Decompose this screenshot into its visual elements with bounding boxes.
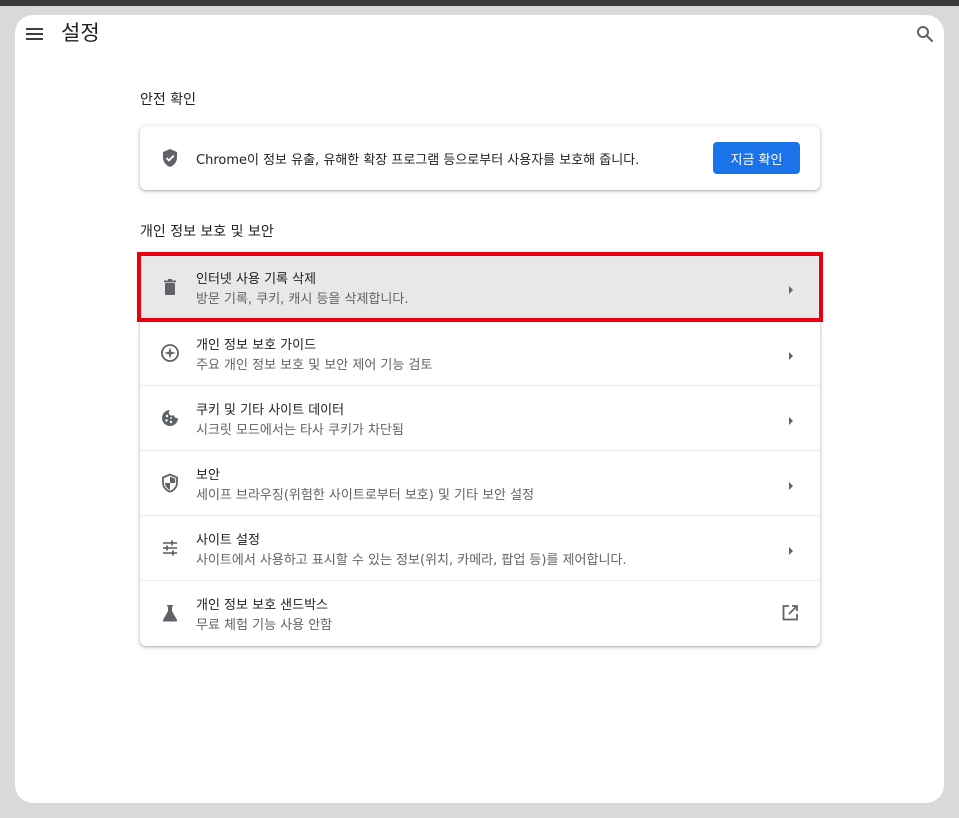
row-subtitle: 무료 체험 기능 사용 안함 bbox=[196, 618, 333, 633]
safety-check-description: Chrome이 정보 유출, 유해한 확장 프로그램 등으로부터 사용자를 보호… bbox=[196, 153, 640, 168]
open-in-new-icon[interactable] bbox=[780, 603, 800, 623]
row-subtitle: 방문 기록, 쿠키, 캐시 등을 삭제합니다. bbox=[196, 292, 409, 307]
sliders-icon bbox=[160, 538, 180, 558]
search-icon[interactable] bbox=[915, 24, 935, 44]
safety-check-card: Chrome이 정보 유출, 유해한 확장 프로그램 등으로부터 사용자를 보호… bbox=[140, 126, 820, 190]
page-title: 설정 bbox=[61, 21, 100, 45]
security-row[interactable]: 보안 세이프 브라우징(위험한 사이트로부터 보호) 및 기타 보안 설정 bbox=[140, 450, 820, 515]
row-title: 사이트 설정 bbox=[196, 533, 260, 548]
chevron-right-icon bbox=[785, 281, 797, 294]
row-title: 인터넷 사용 기록 삭제 bbox=[196, 272, 317, 287]
row-subtitle: 시크릿 모드에서는 타사 쿠키가 차단됨 bbox=[196, 423, 404, 438]
privacy-security-card: 인터넷 사용 기록 삭제 방문 기록, 쿠키, 캐시 등을 삭제합니다. 개인 … bbox=[140, 255, 820, 646]
privacy-guide-row[interactable]: 개인 정보 보호 가이드 주요 개인 정보 보호 및 보안 제어 기능 검토 bbox=[140, 320, 820, 385]
check-now-button[interactable]: 지금 확인 bbox=[713, 142, 800, 174]
row-title: 개인 정보 보호 가이드 bbox=[196, 338, 317, 353]
chevron-right-icon bbox=[785, 477, 797, 490]
cookie-icon bbox=[160, 408, 180, 428]
row-title: 쿠키 및 기타 사이트 데이터 bbox=[196, 403, 345, 418]
settings-window: 설정 안전 확인 Chrome이 정보 유출, 유해한 확장 프로그램 등으로부… bbox=[15, 15, 944, 803]
clear-browsing-data-row[interactable]: 인터넷 사용 기록 삭제 방문 기록, 쿠키, 캐시 등을 삭제합니다. bbox=[140, 255, 820, 320]
trash-icon bbox=[160, 277, 180, 297]
row-title: 보안 bbox=[196, 468, 220, 483]
compass-icon bbox=[160, 343, 180, 363]
chevron-right-icon bbox=[785, 412, 797, 425]
cookies-row[interactable]: 쿠키 및 기타 사이트 데이터 시크릿 모드에서는 타사 쿠키가 차단됨 bbox=[140, 385, 820, 450]
flask-icon bbox=[160, 603, 180, 623]
chevron-right-icon bbox=[785, 542, 797, 555]
hamburger-menu-icon[interactable] bbox=[25, 25, 47, 43]
safety-check-heading: 안전 확인 bbox=[140, 92, 196, 108]
window-top-strip bbox=[0, 0, 959, 6]
privacy-security-heading: 개인 정보 보호 및 보안 bbox=[140, 224, 274, 240]
shield-icon bbox=[160, 473, 180, 493]
chevron-right-icon bbox=[785, 347, 797, 360]
shield-check-icon bbox=[160, 148, 180, 168]
row-title: 개인 정보 보호 샌드박스 bbox=[196, 598, 328, 613]
row-subtitle: 세이프 브라우징(위험한 사이트로부터 보호) 및 기타 보안 설정 bbox=[196, 488, 535, 503]
row-subtitle: 주요 개인 정보 보호 및 보안 제어 기능 검토 bbox=[196, 358, 433, 373]
privacy-sandbox-row[interactable]: 개인 정보 보호 샌드박스 무료 체험 기능 사용 안함 bbox=[140, 580, 820, 645]
site-settings-row[interactable]: 사이트 설정 사이트에서 사용하고 표시할 수 있는 정보(위치, 카메라, 팝… bbox=[140, 515, 820, 580]
row-subtitle: 사이트에서 사용하고 표시할 수 있는 정보(위치, 카메라, 팝업 등)를 제… bbox=[196, 553, 627, 568]
